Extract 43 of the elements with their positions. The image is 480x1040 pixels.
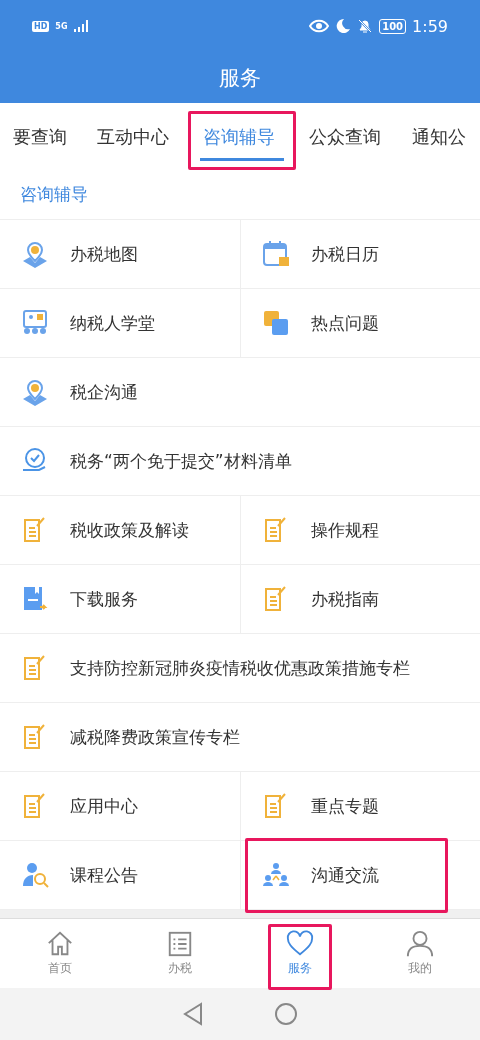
person-search-icon [20, 860, 50, 890]
hd-indicator: HD [32, 20, 50, 32]
section-title: 咨询辅导 [20, 183, 88, 206]
menu-item[interactable]: 税务“两个免于提交”材料清单 [0, 427, 480, 495]
menu-item[interactable]: 减税降费政策宣传专栏 [0, 703, 480, 771]
bell-off-icon [357, 18, 374, 34]
menu-item[interactable]: 税企沟通 [0, 358, 480, 426]
tab[interactable]: 互动中心 [80, 103, 186, 170]
menu-item[interactable]: 应用中心 [0, 772, 241, 840]
home-icon [46, 930, 74, 958]
menu-item[interactable]: 课程公告 [0, 841, 241, 909]
calendar-icon [260, 239, 291, 269]
tab[interactable]: 通知公 [398, 103, 480, 170]
nav-tab[interactable]: 我的 [360, 919, 480, 988]
home-circle-icon [274, 1002, 298, 1026]
menu-item[interactable]: 纳税人学堂 [0, 289, 241, 357]
menu-item[interactable]: 重点专题 [240, 772, 480, 840]
page-title: 服务 [219, 64, 261, 92]
tab[interactable]: 要查询 [0, 103, 80, 170]
person-icon [406, 930, 434, 958]
menu-item[interactable]: 支持防控新冠肺炎疫情税收优惠政策措施专栏 [0, 634, 480, 702]
menu-item[interactable]: 热点问题 [240, 289, 480, 357]
network-type: 5G [55, 21, 68, 31]
menu-item[interactable]: 办税地图 [0, 220, 241, 288]
nav-tab[interactable]: 办税 [120, 919, 240, 988]
menu-item[interactable]: 下载服务 [0, 565, 241, 633]
heart-icon [285, 930, 315, 958]
moon-icon [335, 18, 352, 34]
nav-tab[interactable]: 服务 [240, 919, 360, 988]
menu-item[interactable]: 操作规程 [240, 496, 480, 564]
battery-level: 100 [379, 18, 407, 34]
menu-item[interactable]: 办税指南 [240, 565, 480, 633]
menu-item[interactable]: 办税日历 [240, 220, 480, 288]
list-icon [166, 930, 194, 958]
eye-icon [309, 19, 330, 33]
clock: 1:59 [412, 16, 448, 36]
back-icon [182, 1002, 204, 1026]
menu-item[interactable]: 税收政策及解读 [0, 496, 241, 564]
menu-item[interactable]: 沟通交流 [240, 841, 480, 909]
signal-icon [73, 19, 90, 33]
tab[interactable]: 公众查询 [292, 103, 398, 170]
tab[interactable]: 咨询辅导 [186, 103, 292, 170]
nav-tab[interactable]: 首页 [0, 919, 120, 988]
